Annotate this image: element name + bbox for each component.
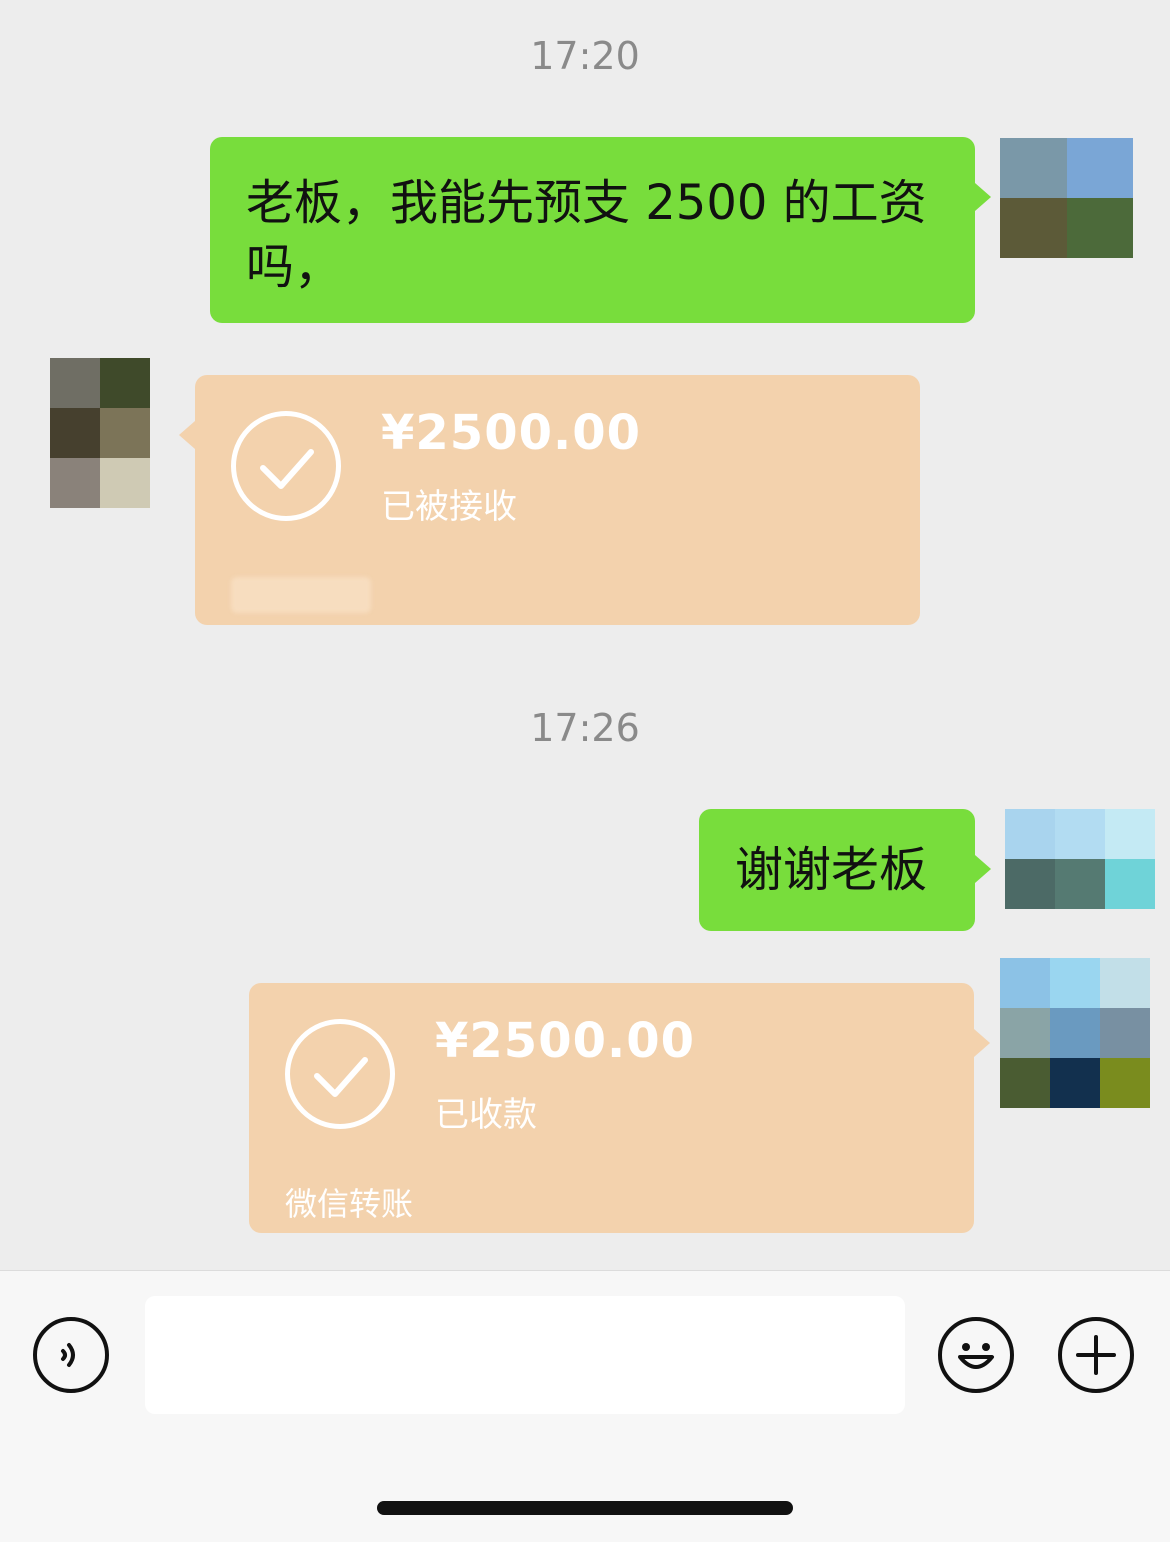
check-circle-icon — [231, 411, 341, 521]
transfer-card-received[interactable]: ¥2500.00 已被接收 — [179, 375, 920, 625]
chat-area: 17:20 老板，我能先预支 2500 的工资吗， ¥2500.00 已被接收 … — [0, 0, 1170, 1270]
my-avatar[interactable] — [1000, 958, 1150, 1108]
voice-icon — [61, 1343, 75, 1367]
transfer-amount: ¥2500.00 — [381, 405, 642, 461]
sent-message-bubble[interactable]: 谢谢老板 — [699, 809, 991, 931]
emoji-icon — [958, 1343, 994, 1369]
contact-avatar[interactable] — [50, 358, 150, 508]
timestamp: 17:20 — [530, 34, 640, 78]
my-avatar[interactable] — [1005, 809, 1155, 909]
message-input[interactable] — [145, 1296, 905, 1414]
transfer-amount: ¥2500.00 — [435, 1013, 696, 1069]
voice-button[interactable] — [33, 1317, 109, 1393]
timestamp: 17:26 — [530, 706, 640, 750]
message-text: 谢谢老板 — [735, 842, 928, 898]
plus-button[interactable] — [1058, 1317, 1134, 1393]
transfer-card-sent[interactable]: ¥2500.00 已收款 微信转账 — [249, 983, 990, 1233]
transfer-status: 已收款 — [435, 1095, 537, 1135]
plus-icon — [1076, 1335, 1116, 1375]
emoji-button[interactable] — [938, 1317, 1014, 1393]
sent-message-bubble[interactable]: 老板，我能先预支 2500 的工资吗， — [210, 137, 991, 323]
transfer-status: 已被接收 — [381, 487, 517, 527]
transfer-footer-blurred — [231, 577, 371, 613]
transfer-footer-label: 微信转账 — [285, 1185, 414, 1223]
check-circle-icon — [285, 1019, 395, 1129]
home-indicator[interactable] — [377, 1501, 793, 1515]
my-avatar[interactable] — [1000, 138, 1133, 258]
message-text: 老板，我能先预支 2500 的工资吗， — [246, 175, 927, 295]
input-bar — [0, 1270, 1170, 1542]
